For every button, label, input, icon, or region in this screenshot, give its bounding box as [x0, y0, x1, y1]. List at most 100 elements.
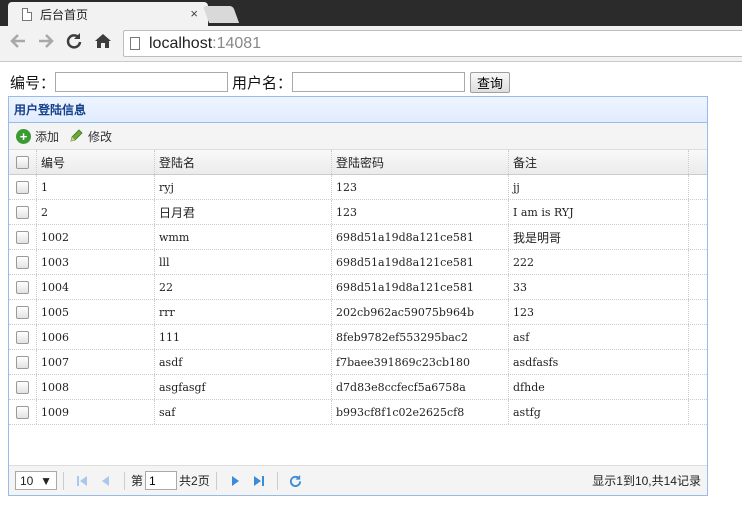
- row-select-cell: [9, 350, 37, 374]
- cell-note: 123: [509, 300, 689, 324]
- table-row[interactable]: 1008 asgfasgf d7d83e8ccfecf5a6758a dfhde: [9, 375, 707, 400]
- row-filler: [689, 325, 707, 349]
- table-row[interactable]: 1 ryj 123 jj: [9, 175, 707, 200]
- add-icon: +: [16, 128, 31, 144]
- refresh-icon[interactable]: [288, 473, 304, 489]
- panel-toolbar: + 添加 修改: [9, 123, 707, 150]
- cell-password: f7baee391869c23cb180: [332, 350, 509, 374]
- column-header-login-name[interactable]: 登陆名: [155, 150, 332, 174]
- page-number-input[interactable]: [145, 471, 178, 490]
- browser-tab[interactable]: 后台首页 ×: [8, 2, 208, 26]
- next-page-icon[interactable]: [227, 473, 243, 489]
- cell-id: 1009: [37, 400, 155, 424]
- cell-password: 123: [332, 200, 509, 224]
- column-header-password[interactable]: 登陆密码: [332, 150, 509, 174]
- cell-id: 1003: [37, 250, 155, 274]
- row-checkbox[interactable]: [16, 255, 29, 269]
- cell-login-name: 日月君: [155, 200, 332, 224]
- cell-id: 1005: [37, 300, 155, 324]
- cell-id: 1002: [37, 225, 155, 249]
- reload-icon[interactable]: [63, 32, 85, 54]
- row-checkbox[interactable]: [16, 380, 29, 394]
- cell-id: 1006: [37, 325, 155, 349]
- row-checkbox[interactable]: [16, 330, 29, 344]
- table-row[interactable]: 2 日月君 123 I am is RYJ: [9, 200, 707, 225]
- cell-password: 698d51a19d8a121ce581: [332, 250, 509, 274]
- row-filler: [689, 225, 707, 249]
- cell-login-name: 111: [155, 325, 332, 349]
- row-checkbox[interactable]: [16, 205, 29, 219]
- column-header-id[interactable]: 编号: [37, 150, 155, 174]
- previous-page-icon[interactable]: [98, 473, 114, 489]
- forward-icon[interactable]: [35, 32, 57, 54]
- home-icon[interactable]: [92, 32, 114, 54]
- row-filler: [689, 400, 707, 424]
- url-port: :14081: [212, 34, 262, 52]
- cell-login-name: wmm: [155, 225, 332, 249]
- column-header-note[interactable]: 备注: [509, 150, 689, 174]
- id-label: 编号：: [10, 74, 56, 92]
- divider: [215, 471, 217, 490]
- page-total: 共2页: [179, 474, 210, 488]
- table-row[interactable]: 1003 lll 698d51a19d8a121ce581 222: [9, 250, 707, 275]
- tab-title: 后台首页: [40, 7, 89, 22]
- table-row[interactable]: 1004 22 698d51a19d8a121ce581 33: [9, 275, 707, 300]
- edit-label: 修改: [88, 129, 113, 144]
- row-filler: [689, 375, 707, 399]
- back-icon[interactable]: [7, 32, 29, 54]
- table-row[interactable]: 1002 wmm 698d51a19d8a121ce581 我是明哥: [9, 225, 707, 250]
- row-checkbox[interactable]: [16, 305, 29, 319]
- edit-button[interactable]: 修改: [69, 128, 112, 145]
- row-filler: [689, 300, 707, 324]
- cell-login-name: asdf: [155, 350, 332, 374]
- grid-body: 1 ryj 123 jj 2 日月君 123 I am is RYJ 1002 wmm 698d51…: [9, 175, 707, 435]
- table-row[interactable]: 1007 asdf f7baee391869c23cb180 asdfasfs: [9, 350, 707, 375]
- first-page-icon[interactable]: [74, 473, 90, 489]
- cell-note: asf: [509, 325, 689, 349]
- panel-title: 用户登陆信息: [9, 97, 707, 123]
- add-button[interactable]: + 添加: [16, 128, 59, 145]
- cell-note: jj: [509, 175, 689, 199]
- row-filler: [689, 200, 707, 224]
- browser-tab-strip: 后台首页 ×: [0, 0, 742, 26]
- add-label: 添加: [35, 129, 60, 144]
- row-select-cell: [9, 300, 37, 324]
- row-select-cell: [9, 200, 37, 224]
- page-icon: [130, 37, 140, 50]
- cell-password: 123: [332, 175, 509, 199]
- table-row[interactable]: 1009 saf b993cf8f1c02e2625cf8 astfg: [9, 400, 707, 425]
- cell-note: dfhde: [509, 375, 689, 399]
- row-checkbox[interactable]: [16, 355, 29, 369]
- table-row[interactable]: 1005 rrr 202cb962ac59075b964b 123: [9, 300, 707, 325]
- row-checkbox[interactable]: [16, 405, 29, 419]
- table-row[interactable]: 1006 111 8feb9782ef553295bac2 asf: [9, 325, 707, 350]
- cell-password: 8feb9782ef553295bac2: [332, 325, 509, 349]
- row-filler: [689, 250, 707, 274]
- divider: [63, 471, 64, 490]
- cell-note: asdfasfs: [509, 350, 689, 374]
- select-all-checkbox[interactable]: [16, 155, 29, 169]
- cell-id: 1004: [37, 275, 155, 299]
- row-select-cell: [9, 225, 37, 249]
- row-select-cell: [9, 400, 37, 424]
- page-icon: [22, 7, 32, 21]
- last-page-icon[interactable]: [251, 473, 267, 489]
- cell-login-name: asgfasgf: [155, 375, 332, 399]
- tab-close-icon[interactable]: ×: [190, 6, 198, 21]
- id-input[interactable]: [55, 72, 229, 92]
- query-button[interactable]: 查询: [470, 71, 511, 93]
- browser-toolbar: localhost:14081: [0, 26, 742, 62]
- username-input[interactable]: [292, 72, 466, 92]
- row-select-cell: [9, 325, 37, 349]
- new-tab-button[interactable]: [202, 6, 240, 23]
- cell-id: 2: [37, 200, 155, 224]
- page-size-select[interactable]: 10 ▼: [15, 471, 57, 490]
- address-bar[interactable]: localhost:14081: [123, 30, 742, 57]
- row-filler: [689, 175, 707, 199]
- search-form: 编号： 用户名： 查询: [10, 71, 511, 93]
- row-checkbox[interactable]: [16, 180, 29, 194]
- row-checkbox[interactable]: [16, 280, 29, 294]
- row-checkbox[interactable]: [16, 230, 29, 244]
- pagination-info: 显示1到10,共14记录: [592, 474, 701, 488]
- divider: [124, 471, 125, 490]
